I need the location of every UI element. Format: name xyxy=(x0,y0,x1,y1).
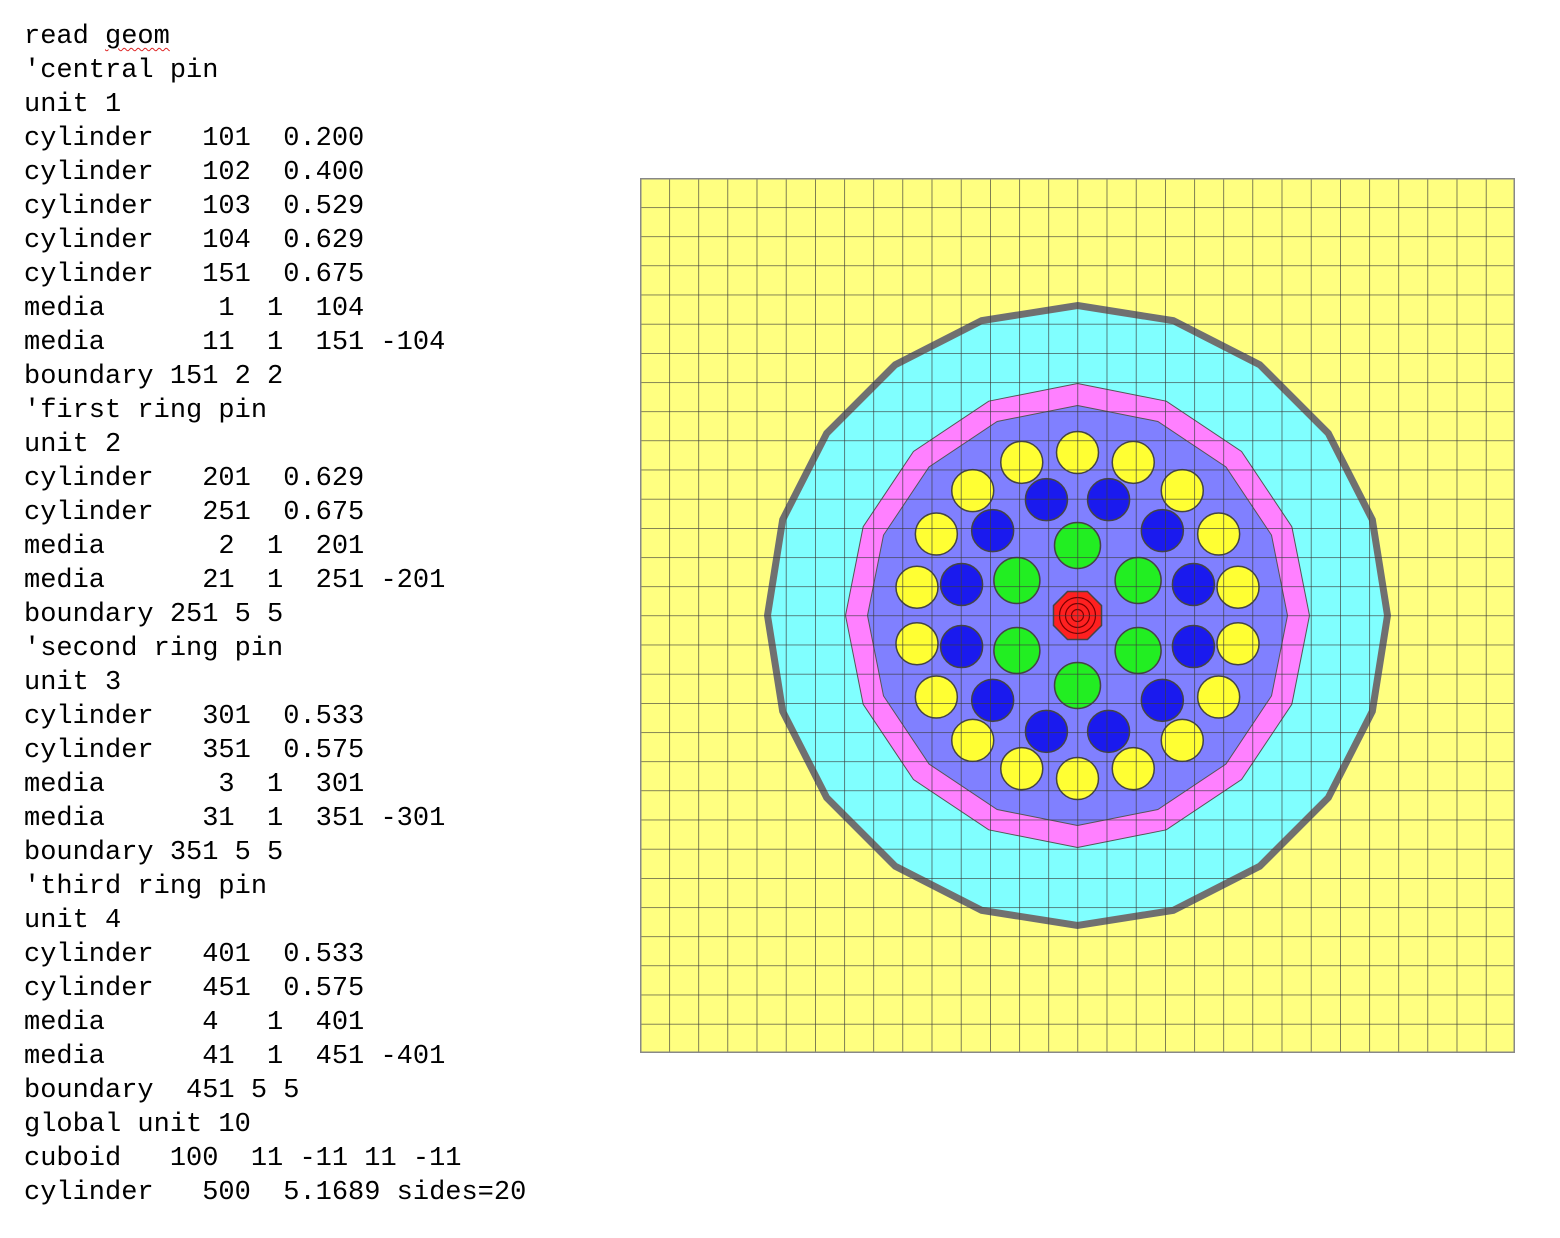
code-line: 'second ring pin xyxy=(24,634,284,664)
code-line: 'central pin xyxy=(24,56,219,86)
code-line: cylinder 201 0.629 xyxy=(24,464,365,494)
code-line: cuboid 100 11 -11 11 -11 xyxy=(24,1144,462,1174)
code-line: unit 3 xyxy=(24,668,122,698)
code-line: cylinder 151 0.675 xyxy=(24,260,365,290)
code-line: 'first ring pin xyxy=(24,396,268,426)
code-line: cylinder 451 0.575 xyxy=(24,974,365,1004)
geometry-input-code: read geom 'central pin unit 1 cylinder 101 … xyxy=(24,20,526,1210)
code-line: cylinder 351 0.575 xyxy=(24,736,365,766)
code-line: global unit 10 xyxy=(24,1110,251,1140)
code-line: cylinder 103 0.529 xyxy=(24,192,365,222)
code-line: boundary 451 5 5 xyxy=(24,1076,300,1106)
code-line: media 41 1 451 -401 xyxy=(24,1042,446,1072)
code-line: cylinder 102 0.400 xyxy=(24,158,365,188)
code-line: cylinder 104 0.629 xyxy=(24,226,365,256)
code-line: 'third ring pin xyxy=(24,872,268,902)
code-line: media 11 1 151 -104 xyxy=(24,328,446,358)
code-line: boundary 151 2 2 xyxy=(24,362,284,392)
code-line: media 3 1 301 xyxy=(24,770,365,800)
code-line: cylinder 500 5.1689 sides=20 xyxy=(24,1178,527,1208)
code-line: cylinder 251 0.675 xyxy=(24,498,365,528)
code-line: media 2 1 201 xyxy=(24,532,365,562)
code-line: media 1 1 104 xyxy=(24,294,365,324)
code-line: media 21 1 251 -201 xyxy=(24,566,446,596)
code-line: unit 4 xyxy=(24,906,122,936)
mesh-grid xyxy=(640,178,1515,1053)
code-line: unit 1 xyxy=(24,90,122,120)
code-line: media 31 1 351 -301 xyxy=(24,804,446,834)
code-line: unit 2 xyxy=(24,430,122,460)
code-line: boundary 351 5 5 xyxy=(24,838,284,868)
code-line: cylinder 101 0.200 xyxy=(24,124,365,154)
geometry-cross-section-diagram xyxy=(640,178,1515,1053)
code-line: boundary 251 5 5 xyxy=(24,600,284,630)
code-line: cylinder 401 0.533 xyxy=(24,940,365,970)
code-line: media 4 1 401 xyxy=(24,1008,365,1038)
code-line: cylinder 301 0.533 xyxy=(24,702,365,732)
code-line: read geom xyxy=(24,22,170,52)
